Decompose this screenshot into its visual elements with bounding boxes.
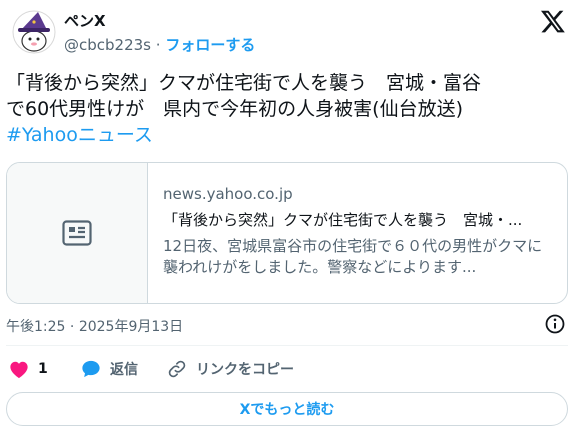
card-body: news.yahoo.co.jp 「背後から突然」クマが住宅街で人を襲う 宮城・…	[163, 185, 555, 278]
tweet-text: 「背後から突然」クマが住宅街で人を襲う 宮城・富谷 で60代男性けが 県内で今年…	[6, 70, 566, 148]
heart-icon	[10, 361, 28, 379]
avatar[interactable]	[12, 10, 56, 54]
link-preview-card[interactable]: news.yahoo.co.jp 「背後から突然」クマが住宅街で人を襲う 宮城・…	[6, 162, 568, 304]
copy-link-label: リンクをコピー	[196, 362, 294, 378]
read-more-button[interactable]: Xでもっと読む	[6, 392, 568, 426]
info-icon[interactable]	[544, 313, 566, 335]
handle-separator: ·	[155, 36, 161, 54]
display-name[interactable]: ペンX	[64, 10, 106, 31]
card-description: 12日夜、宮城県富谷市の住宅街で６０代の男性がクマに襲われけがをしました。警察な…	[163, 237, 543, 276]
meta-separator: ·	[69, 319, 75, 335]
link-icon	[168, 360, 186, 378]
like-count: 1	[38, 361, 48, 377]
card-title: 「背後から突然」クマが住宅街で人を襲う 宮城・...	[163, 211, 523, 229]
action-bar: 1 返信 リンクをコピー	[6, 356, 568, 382]
user-handle[interactable]: @cbcb223s	[64, 36, 151, 54]
tweet-text-line-2: で60代男性けが 県内で今年初の人身被害(仙台放送)	[6, 98, 464, 120]
tweet-text-line-1: 「背後から突然」クマが住宅街で人を襲う 宮城・富谷	[6, 72, 482, 94]
article-icon	[62, 220, 92, 246]
follow-button[interactable]: フォローする	[165, 36, 255, 54]
tweet-date: 2025年9月13日	[78, 319, 184, 335]
handle-line: @cbcb223s · フォローする	[64, 34, 255, 55]
hashtag-link[interactable]: #Yahooニュース	[6, 122, 153, 148]
tweet-header: ペンX @cbcb223s · フォローする	[8, 6, 568, 62]
divider	[6, 345, 568, 346]
reply-button[interactable]: 返信	[80, 356, 138, 382]
card-thumbnail	[7, 163, 148, 303]
tweet-timestamp[interactable]: 午後1:25 · 2025年9月13日	[6, 316, 183, 336]
tweet-time: 午後1:25	[6, 319, 66, 335]
card-domain: news.yahoo.co.jp	[163, 185, 293, 203]
x-logo-icon[interactable]	[540, 8, 566, 34]
avatar-image	[12, 10, 56, 54]
copy-link-button[interactable]: リンクをコピー	[166, 356, 294, 382]
reply-label: 返信	[110, 362, 138, 378]
like-button[interactable]: 1	[8, 356, 48, 382]
reply-bubble-icon	[82, 360, 100, 378]
